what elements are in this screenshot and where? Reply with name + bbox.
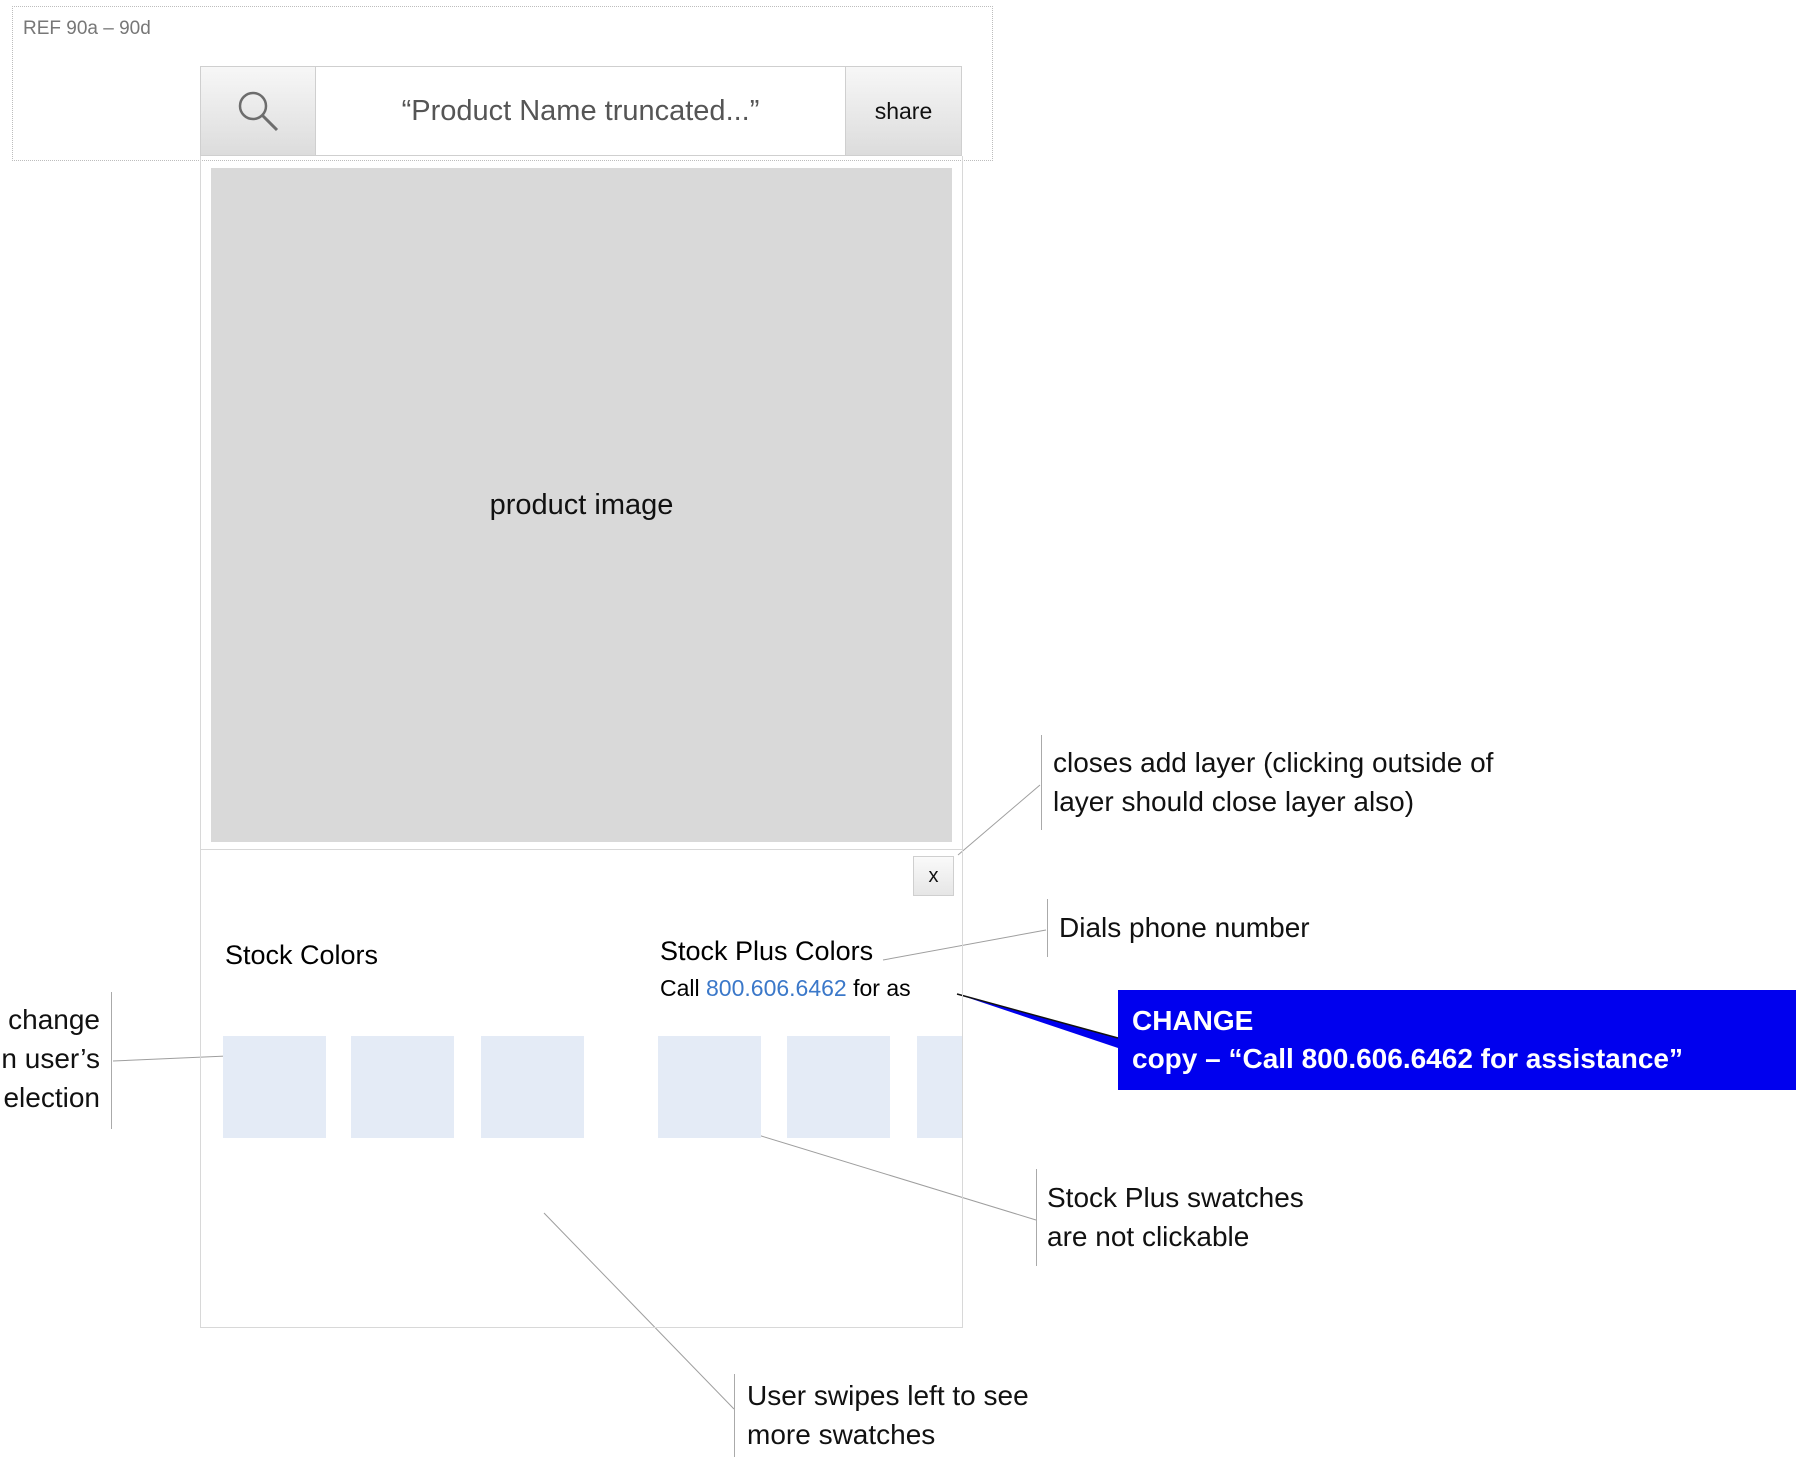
product-image: product image — [211, 168, 952, 842]
change-callout: CHANGE copy – “Call 800.606.6462 for ass… — [1118, 990, 1796, 1090]
call-assistance-text: Call 800.606.6462 for as — [660, 975, 911, 1002]
change-callout-copy: copy – “Call 800.606.6462 for assistance… — [1132, 1043, 1683, 1074]
close-layer-button[interactable]: x — [913, 856, 954, 896]
stock-colors-title: Stock Colors — [225, 940, 379, 970]
annotation-dials-phone: Dials phone number — [1059, 912, 1310, 943]
stock-swatch[interactable] — [351, 1036, 454, 1138]
top-bar: “Product Name truncated...” share — [200, 66, 962, 156]
stock-plus-swatch — [917, 1036, 962, 1138]
product-name-title: “Product Name truncated...” — [401, 94, 760, 127]
stock-swatch[interactable] — [223, 1036, 326, 1138]
search-button[interactable] — [201, 67, 316, 155]
call-suffix: for as — [846, 975, 911, 1001]
annotation-close-layer: closes add layer (clicking outside of la… — [1053, 743, 1493, 821]
change-callout-title: CHANGE — [1132, 1005, 1254, 1036]
annotation-bar — [1041, 735, 1042, 830]
annotation-line: are not clickable — [1047, 1221, 1250, 1252]
annotation-line: User swipes left to see — [747, 1380, 1029, 1411]
search-icon — [238, 91, 279, 132]
annotation-bar — [1047, 899, 1048, 957]
ref-label: REF 90a – 90d — [23, 18, 151, 39]
annotation-bar — [111, 992, 112, 1129]
annotation-line: election — [3, 1082, 100, 1113]
annotation-line: change — [8, 1004, 100, 1035]
call-prefix: Call — [660, 975, 707, 1001]
layer-divider — [200, 849, 963, 850]
annotation-line: closes add layer (clicking outside of — [1053, 747, 1494, 778]
swatch-carousel[interactable] — [200, 1036, 962, 1138]
annotation-line: n user’s — [1, 1043, 100, 1074]
annotation-bar — [1036, 1169, 1037, 1266]
annotation-swipe: User swipes left to see more swatches — [747, 1376, 1029, 1454]
annotation-line: more swatches — [747, 1419, 936, 1450]
annotation-bar — [734, 1374, 735, 1457]
change-callout-pointer — [957, 994, 1118, 1048]
stock-plus-colors-title: Stock Plus Colors — [660, 936, 874, 966]
phone-number-link[interactable]: 800.606.6462 — [706, 975, 847, 1001]
stock-plus-swatch — [787, 1036, 890, 1138]
annotation-not-clickable: Stock Plus swatches are not clickable — [1047, 1178, 1304, 1256]
stock-plus-swatch — [658, 1036, 761, 1138]
annotation-selection: change n user’s election — [1, 1000, 100, 1117]
annotation-line: layer should close layer also) — [1053, 786, 1415, 817]
stock-swatch[interactable] — [481, 1036, 584, 1138]
share-button[interactable]: share — [845, 67, 961, 155]
annotation-line: Stock Plus swatches — [1047, 1182, 1304, 1213]
